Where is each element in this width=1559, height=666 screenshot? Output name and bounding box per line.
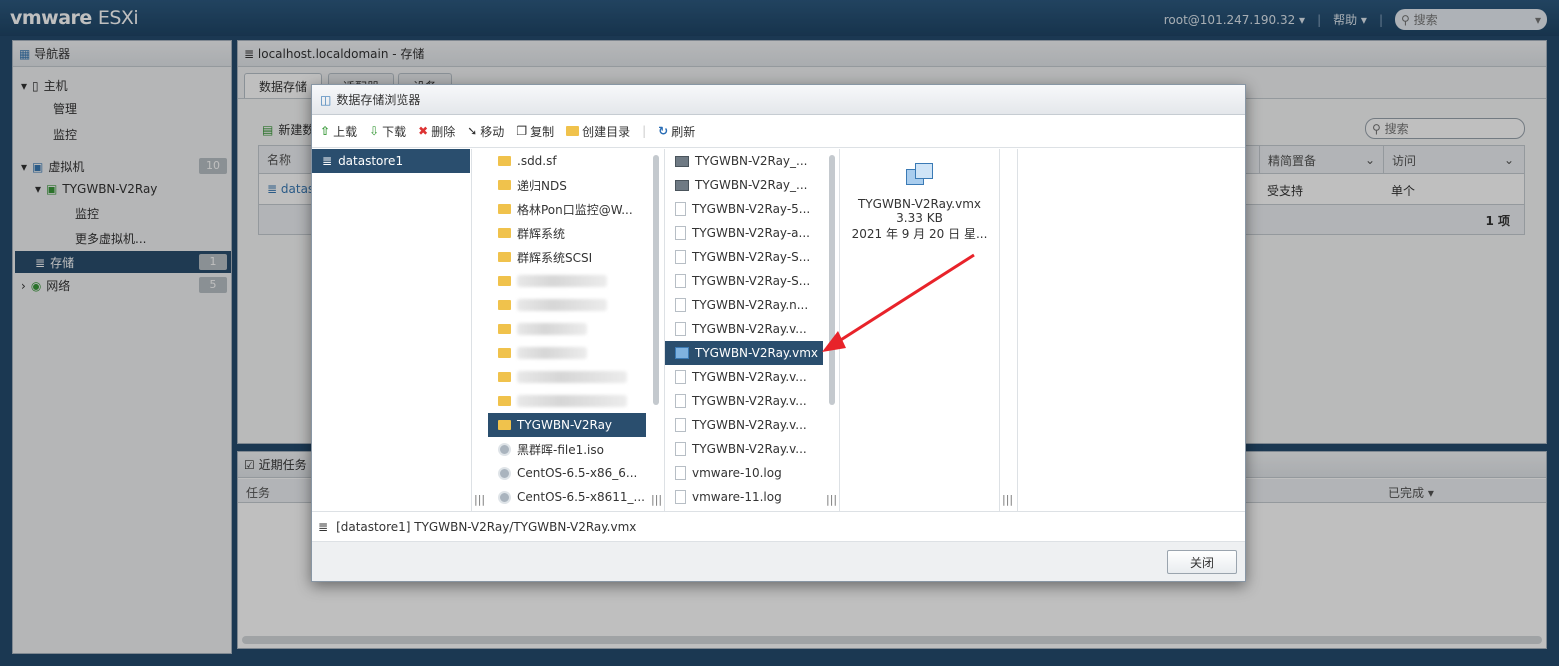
annotation-arrow bbox=[822, 253, 975, 352]
arrow-head bbox=[822, 331, 846, 352]
arrow-line bbox=[835, 253, 975, 345]
